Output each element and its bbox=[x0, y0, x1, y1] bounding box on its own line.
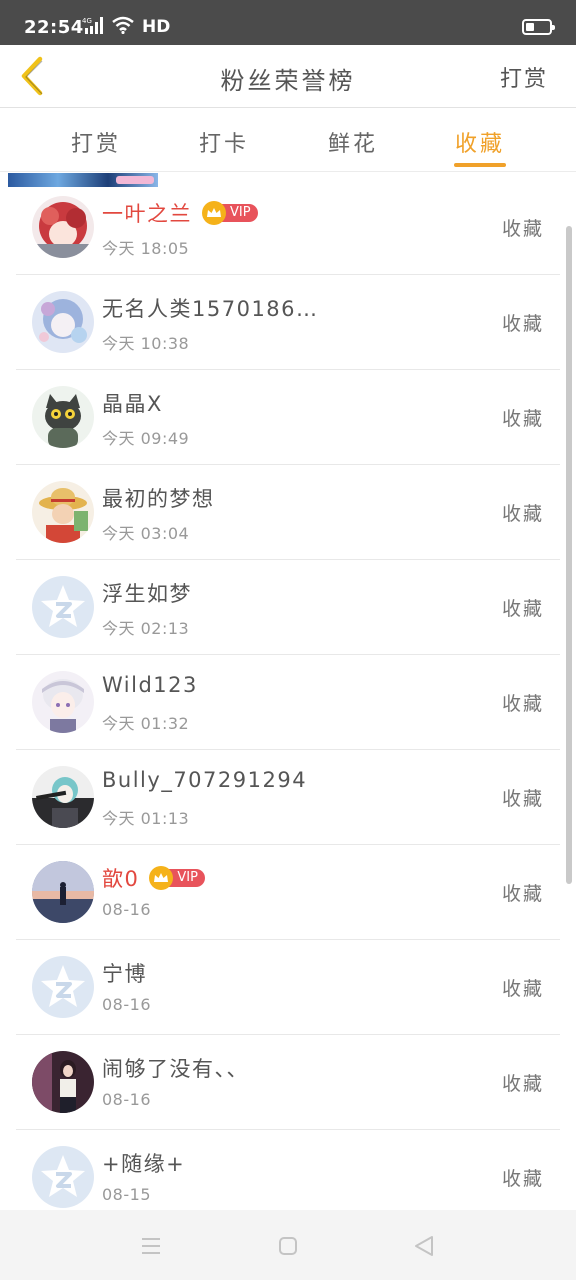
status-time: 22:54 bbox=[24, 17, 84, 38]
list-item[interactable]: 闹够了没有、、 08-16 收藏 bbox=[16, 1035, 560, 1130]
active-tab-indicator bbox=[454, 163, 506, 167]
avatar[interactable] bbox=[32, 291, 94, 353]
tab-checkin[interactable]: 打卡 bbox=[174, 126, 274, 158]
home-square-icon bbox=[279, 1237, 297, 1255]
avatar[interactable] bbox=[32, 196, 94, 258]
timestamp: 08-16 bbox=[102, 900, 151, 919]
hd-indicator: HD bbox=[142, 17, 171, 37]
reward-button[interactable]: 打赏 bbox=[500, 61, 548, 93]
scrollbar[interactable] bbox=[566, 226, 572, 884]
timestamp: 08-16 bbox=[102, 995, 151, 1014]
avatar[interactable] bbox=[32, 671, 94, 733]
signal-icon: 4G bbox=[82, 16, 104, 38]
user-name[interactable]: Bully_707291294 bbox=[102, 768, 307, 792]
name-line: 闹够了没有、、 bbox=[102, 1053, 249, 1083]
user-name[interactable]: Wild123 bbox=[102, 673, 198, 697]
action-label: 收藏 bbox=[501, 788, 544, 810]
action-label: 收藏 bbox=[501, 883, 544, 905]
tab-bar: 打赏 打卡 鲜花 收藏 bbox=[0, 108, 576, 172]
user-name[interactable]: 歆0 bbox=[102, 863, 139, 893]
name-line: 无名人类1570186… bbox=[102, 293, 319, 323]
user-name[interactable]: 晶晶X bbox=[102, 388, 163, 418]
user-name[interactable]: 最初的梦想 bbox=[102, 483, 215, 513]
user-name[interactable]: 一叶之兰 bbox=[102, 198, 192, 228]
name-line: 歆0 VIP bbox=[102, 863, 205, 893]
menu-icon bbox=[142, 1238, 160, 1254]
vip-badge: VIP bbox=[202, 201, 258, 225]
name-line: 最初的梦想 bbox=[102, 483, 215, 513]
timestamp: 今天 09:49 bbox=[102, 429, 190, 448]
menu-button[interactable] bbox=[137, 1232, 165, 1260]
name-line: Bully_707291294 bbox=[102, 768, 307, 792]
action-label: 收藏 bbox=[501, 218, 544, 240]
page-title: 粉丝荣誉榜 bbox=[220, 67, 356, 95]
user-name[interactable]: 闹够了没有、、 bbox=[102, 1053, 249, 1083]
list-item[interactable]: 无名人类1570186… 今天 10:38 收藏 bbox=[16, 275, 560, 370]
name-line: Wild123 bbox=[102, 673, 198, 697]
user-name[interactable]: 无名人类1570186… bbox=[102, 293, 319, 323]
vip-badge: VIP bbox=[149, 866, 205, 890]
tab-flowers[interactable]: 鲜花 bbox=[303, 126, 403, 158]
list-item[interactable]: 晶晶X 今天 09:49 收藏 bbox=[16, 370, 560, 465]
action-label: 收藏 bbox=[501, 598, 544, 620]
avatar[interactable] bbox=[32, 956, 94, 1018]
list-item[interactable]: +随缘+ 08-15 收藏 bbox=[16, 1130, 560, 1210]
user-name[interactable]: 宁博 bbox=[102, 958, 147, 988]
avatar[interactable] bbox=[32, 576, 94, 638]
timestamp: 今天 10:38 bbox=[102, 334, 190, 353]
system-nav-bar bbox=[0, 1210, 576, 1280]
status-icons: 4G HD bbox=[82, 16, 170, 38]
timestamp: 08-15 bbox=[102, 1185, 151, 1204]
list-item[interactable]: 最初的梦想今天 03:04 收藏 bbox=[16, 465, 560, 560]
name-line: 晶晶X bbox=[102, 388, 163, 418]
tab-reward[interactable]: 打赏 bbox=[46, 126, 146, 158]
list-item[interactable]: 歆0 VIP 08-16 收藏 bbox=[16, 845, 560, 940]
svg-text:4G: 4G bbox=[82, 17, 92, 25]
back-nav-button[interactable] bbox=[410, 1232, 438, 1260]
list-item[interactable]: 一叶之兰 VIP 今天 18:05 收藏 bbox=[16, 180, 560, 275]
back-triangle-icon bbox=[415, 1236, 433, 1256]
avatar[interactable] bbox=[32, 1051, 94, 1113]
timestamp: 今天 03:04 bbox=[102, 524, 190, 543]
action-label: 收藏 bbox=[501, 503, 544, 525]
timestamp: 今天 18:05 bbox=[102, 239, 190, 258]
action-label: 收藏 bbox=[501, 313, 544, 335]
timestamp: 今天 01:32 bbox=[102, 714, 190, 733]
action-label: 收藏 bbox=[501, 1168, 544, 1190]
name-line: 一叶之兰 VIP bbox=[102, 198, 258, 228]
avatar[interactable] bbox=[32, 766, 94, 828]
list-item[interactable]: Bully_707291294 今天 01:13 收藏 bbox=[16, 750, 560, 845]
battery-icon bbox=[522, 19, 555, 35]
avatar[interactable] bbox=[32, 1146, 94, 1208]
avatar[interactable] bbox=[32, 386, 94, 448]
avatar[interactable] bbox=[32, 861, 94, 923]
timestamp: 今天 02:13 bbox=[102, 619, 190, 638]
fans-list: 一叶之兰 VIP 今天 18:05 收藏 无名人类1570186… 今天 10:38 收藏晶… bbox=[0, 180, 576, 1210]
tab-favorites[interactable]: 收藏 bbox=[430, 126, 530, 158]
user-name[interactable]: 浮生如梦 bbox=[102, 578, 192, 608]
battery-level bbox=[526, 23, 534, 31]
timestamp: 08-16 bbox=[102, 1090, 151, 1109]
action-label: 收藏 bbox=[501, 978, 544, 1000]
crown-icon bbox=[202, 201, 226, 225]
action-label: 收藏 bbox=[501, 1073, 544, 1095]
avatar[interactable] bbox=[32, 481, 94, 543]
status-bar: 22:54 4G HD bbox=[0, 0, 576, 45]
list-item[interactable]: 宁博 08-16 收藏 bbox=[16, 940, 560, 1035]
user-name[interactable]: +随缘+ bbox=[102, 1148, 185, 1178]
name-line: +随缘+ bbox=[102, 1148, 185, 1178]
action-label: 收藏 bbox=[501, 408, 544, 430]
name-line: 宁博 bbox=[102, 958, 147, 988]
list-item[interactable]: 浮生如梦今天 02:13 收藏 bbox=[16, 560, 560, 655]
wifi-icon bbox=[112, 16, 134, 38]
name-line: 浮生如梦 bbox=[102, 578, 192, 608]
action-label: 收藏 bbox=[501, 693, 544, 715]
timestamp: 今天 01:13 bbox=[102, 809, 190, 828]
header: 粉丝荣誉榜 打赏 bbox=[0, 45, 576, 108]
list-item[interactable]: Wild123 今天 01:32 收藏 bbox=[16, 655, 560, 750]
home-button[interactable] bbox=[274, 1232, 302, 1260]
